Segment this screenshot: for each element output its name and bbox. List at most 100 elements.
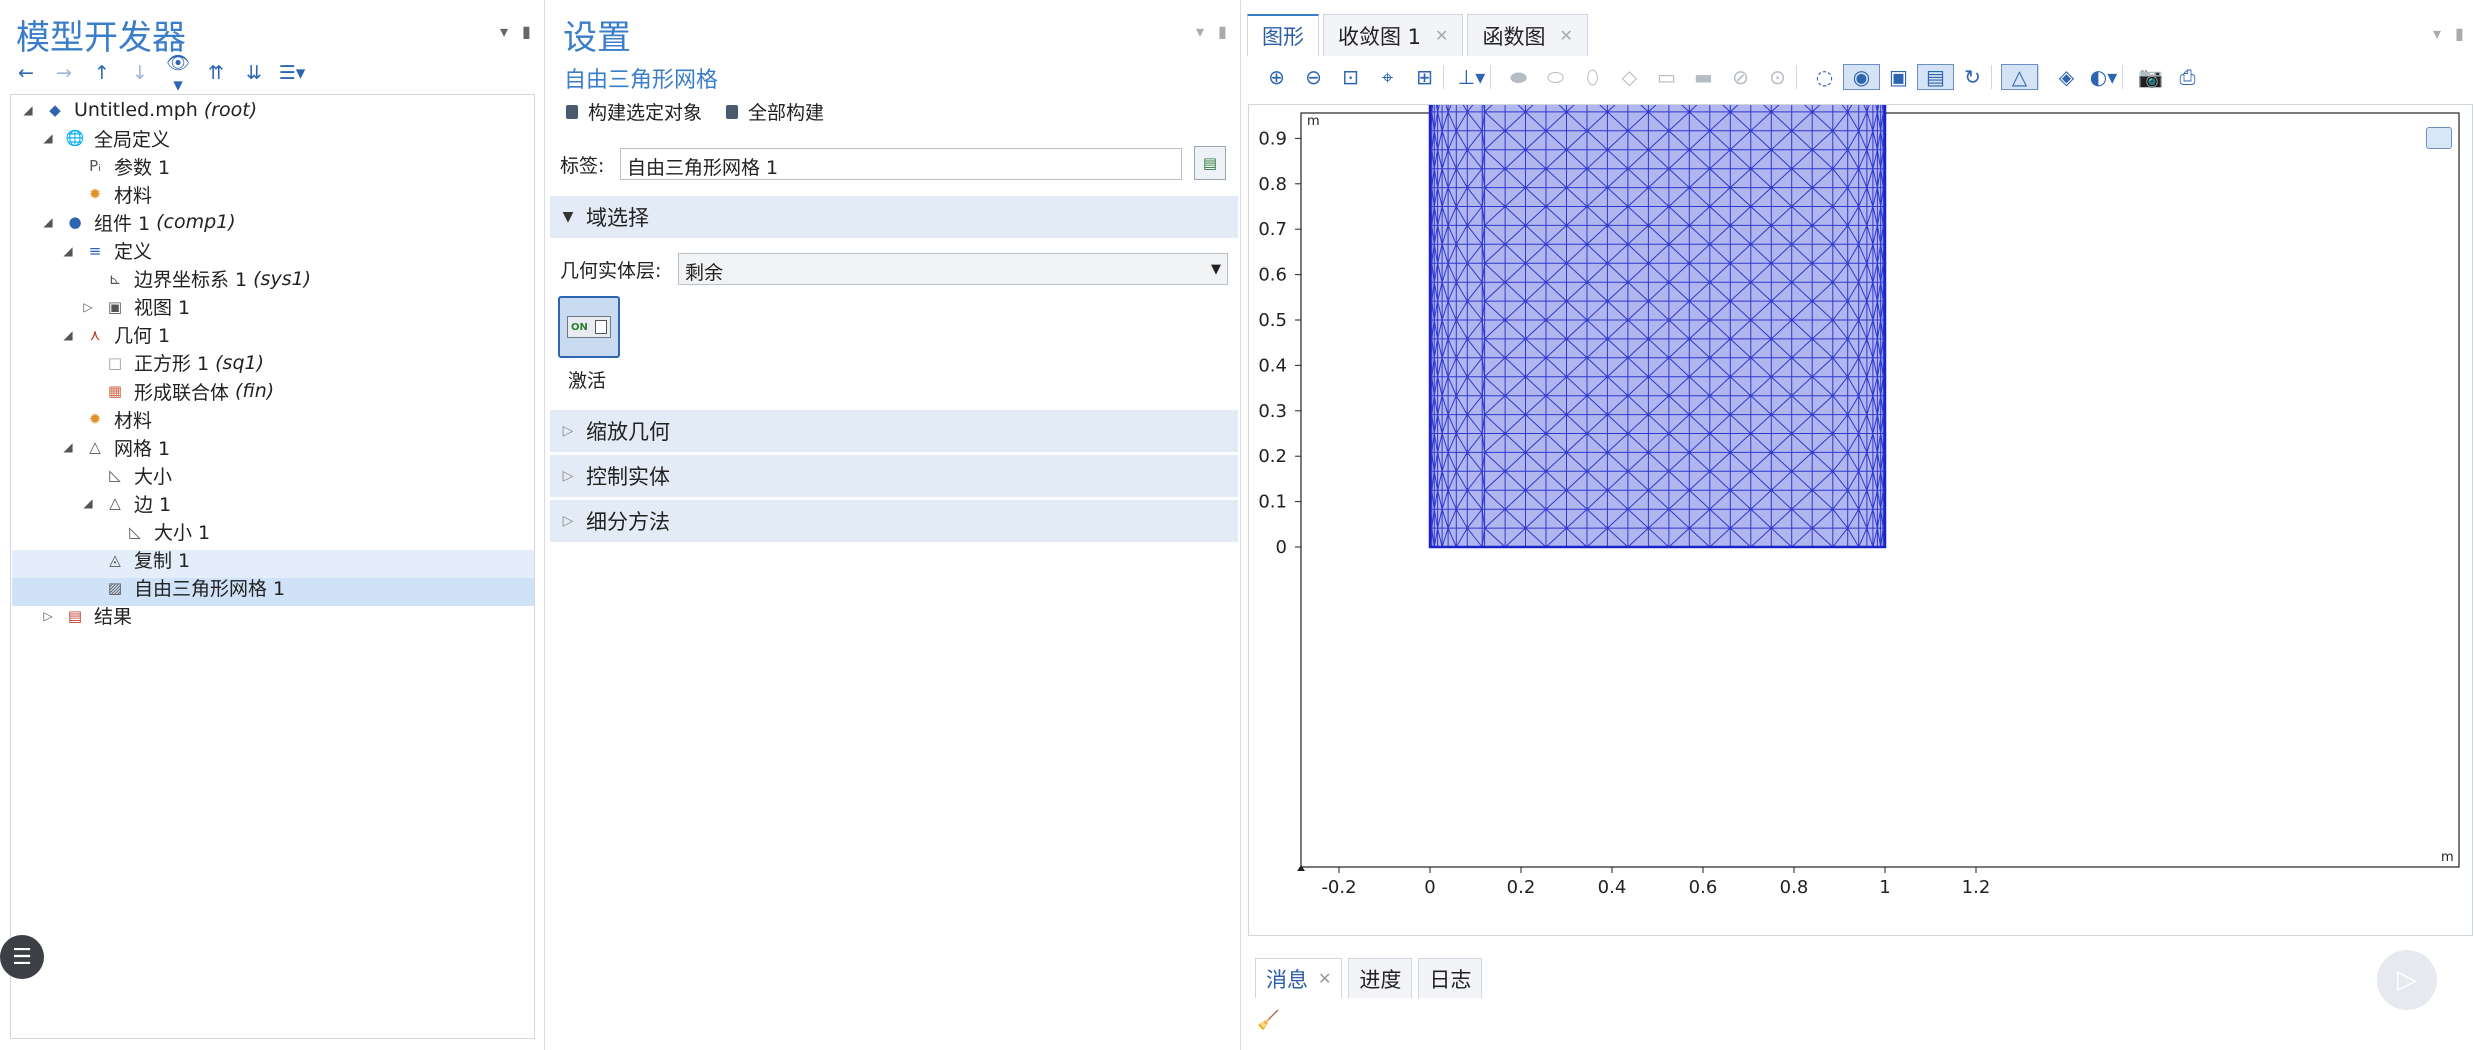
section-control-entities[interactable]: ▷ 控制实体 bbox=[550, 455, 1238, 497]
arrow-left-icon[interactable]: ← bbox=[10, 62, 42, 84]
section-domain-selection[interactable]: ▼ 域选择 bbox=[550, 196, 1238, 238]
collapse-icon[interactable]: ⇊ bbox=[238, 62, 270, 84]
print-icon[interactable]: ⎙ bbox=[2169, 65, 2206, 89]
select-all-icon[interactable]: ▭ bbox=[1648, 65, 1685, 89]
tree-node[interactable]: □ 正方形 1 (sq1) bbox=[80, 349, 264, 377]
tree-toggle-icon[interactable]: ▷ bbox=[40, 609, 56, 623]
scene-light-icon[interactable]: ◈ bbox=[2048, 65, 2085, 89]
panel-menu-icon[interactable]: ▾ bbox=[2433, 24, 2441, 43]
tree-node-label: 材料 bbox=[114, 184, 153, 207]
zoom-out-icon[interactable]: ⊖ bbox=[1295, 65, 1332, 89]
tree-node[interactable]: ◢ △ 边 1 bbox=[80, 489, 171, 517]
tab-graphics[interactable]: 图形 bbox=[1247, 14, 1319, 56]
eye-menu-icon[interactable]: 👁▾ bbox=[162, 51, 194, 96]
tree-toggle-icon[interactable]: ▷ bbox=[80, 300, 96, 314]
tree-node[interactable]: ◺ 大小 1 bbox=[100, 518, 210, 546]
tab-progress[interactable]: 进度 bbox=[1348, 958, 1413, 998]
tree-toggle-icon[interactable]: ◢ bbox=[40, 131, 56, 145]
tree-node[interactable]: ◬ 复制 1 bbox=[80, 546, 190, 574]
graphics-toolbar: ⊕ ⊖ ⊡ ⌖ ⊞ ⊥▾ ⬬ ⬭ ⬯ ◇ ▭ ▬ ⊘ ⊙ ◌ ◉ ▣ ▤ ↻ △… bbox=[1258, 62, 2206, 92]
tab-log[interactable]: 日志 bbox=[1418, 958, 1483, 998]
panel-menu-icon[interactable]: ▾ bbox=[500, 22, 508, 41]
select-edge-icon[interactable]: ⬯ bbox=[1574, 65, 1611, 89]
pin-icon[interactable]: ▮ bbox=[2455, 24, 2464, 43]
tree-toggle-icon[interactable]: ◢ bbox=[60, 440, 76, 454]
arrow-up-icon[interactable]: ↑ bbox=[86, 62, 118, 84]
close-icon[interactable]: ✕ bbox=[1559, 26, 1572, 45]
tree-node[interactable]: ◢ ● 组件 1 (comp1) bbox=[40, 208, 235, 236]
graphics-canvas[interactable]: m m -0.2 0 0.2 0.4 0.6 0.8 1 1.2 0 0.1 0.2 0.3 0.4 0.5 0… bbox=[1248, 83, 2473, 936]
mesh-render-icon[interactable]: △ bbox=[2001, 64, 2038, 90]
build-selected-button[interactable]: 构建选定对象 bbox=[566, 98, 702, 125]
view-cube-icon[interactable] bbox=[2426, 127, 2452, 149]
tree-node[interactable]: ◢ 🌐 全局定义 bbox=[40, 124, 170, 152]
y-unit-label: m bbox=[1307, 114, 1320, 129]
tree-toggle-icon[interactable]: ◢ bbox=[60, 328, 76, 342]
select-point-icon[interactable]: ◇ bbox=[1611, 65, 1648, 89]
tree-toggle-icon[interactable]: ◢ bbox=[80, 496, 96, 510]
tree-node[interactable]: ◢ △ 网格 1 bbox=[60, 433, 170, 461]
tree-toggle-icon[interactable]: ◢ bbox=[40, 215, 56, 229]
expand-icon[interactable]: ⇈ bbox=[200, 62, 232, 84]
list-menu-icon[interactable]: ☰▾ bbox=[276, 62, 308, 84]
hide-icon[interactable]: ⊘ bbox=[1722, 65, 1759, 89]
show-icon[interactable]: ⊙ bbox=[1759, 65, 1796, 89]
tab-function-plot[interactable]: 函数图 ✕ bbox=[1467, 14, 1588, 56]
play-overlay-icon[interactable]: ▷ bbox=[2377, 950, 2437, 1010]
arrow-right-icon[interactable]: → bbox=[48, 62, 80, 84]
wireframe-icon[interactable]: ◉ bbox=[1843, 64, 1880, 90]
section-tessellation[interactable]: ▷ 细分方法 bbox=[550, 500, 1238, 542]
y-tick-label: 0.5 bbox=[1258, 310, 1287, 331]
panel-menu-icon[interactable]: ▾ bbox=[1196, 22, 1204, 41]
zoom-selected-icon[interactable]: ⊞ bbox=[1406, 65, 1443, 89]
close-icon[interactable]: ✕ bbox=[1435, 26, 1448, 45]
arrow-down-icon[interactable]: ↓ bbox=[124, 62, 156, 84]
render-mode-icon[interactable]: ▤ bbox=[1917, 64, 1954, 90]
tree-node[interactable]: ▨ 自由三角形网格 1 bbox=[80, 574, 285, 602]
screenshot-icon[interactable]: 📷 bbox=[2132, 65, 2169, 89]
activate-toggle-button[interactable]: ON bbox=[558, 296, 620, 358]
tree-node-tag: (root) bbox=[203, 99, 258, 121]
select-boundary-icon[interactable]: ⬭ bbox=[1537, 65, 1574, 89]
y-tick-label: 0.8 bbox=[1258, 174, 1287, 195]
menu-overlay-icon[interactable]: ☰ bbox=[0, 935, 44, 979]
tree-node[interactable]: ✹ 材料 bbox=[60, 180, 152, 208]
tree-node[interactable]: ▷ ▣ 视图 1 bbox=[80, 293, 190, 321]
axis-icon[interactable]: ⊥▾ bbox=[1453, 65, 1490, 89]
zoom-box-icon[interactable]: ⊡ bbox=[1332, 65, 1369, 89]
close-icon[interactable]: ✕ bbox=[1318, 969, 1331, 988]
comment-icon[interactable]: ▤ bbox=[1194, 146, 1226, 180]
build-all-button[interactable]: 全部构建 bbox=[726, 98, 824, 125]
tree-node[interactable]: Pᵢ 参数 1 bbox=[60, 152, 170, 180]
zoom-extents-icon[interactable]: ⌖ bbox=[1369, 65, 1406, 89]
tab-convergence-plot[interactable]: 收敛图 1 ✕ bbox=[1323, 14, 1464, 56]
activate-label: 激活 bbox=[568, 370, 607, 392]
tree-node[interactable]: ◢ ◆ Untitled.mph (root) bbox=[20, 96, 257, 124]
section-tessellation-label: 细分方法 bbox=[586, 510, 670, 534]
geometry-icon: ⋏ bbox=[89, 325, 101, 344]
geom-level-select[interactable]: 剩余 ▼ bbox=[678, 253, 1228, 285]
clear-selection-icon[interactable]: ▬ bbox=[1685, 65, 1722, 89]
hide-toggle-icon[interactable]: ◌ bbox=[1806, 65, 1843, 89]
broom-clear-icon[interactable]: 🧹 bbox=[1257, 1010, 1279, 1031]
tree-toggle-icon[interactable]: ◢ bbox=[60, 244, 76, 258]
geom-level-value: 剩余 bbox=[685, 262, 724, 284]
render-icon[interactable]: ▣ bbox=[1880, 65, 1917, 89]
tree-node[interactable]: ▷ ▤ 结果 bbox=[40, 602, 132, 630]
tree-node[interactable]: ✹ 材料 bbox=[60, 405, 152, 433]
tree-node[interactable]: ◺ 大小 bbox=[80, 461, 172, 489]
label-input[interactable]: 自由三角形网格 1 bbox=[620, 148, 1182, 180]
tree-node[interactable]: ▦ 形成联合体 (fin) bbox=[80, 377, 274, 405]
tree-node[interactable]: ◢ ≡ 定义 bbox=[60, 237, 152, 265]
tab-messages[interactable]: 消息 ✕ bbox=[1255, 958, 1343, 998]
tree-toggle-icon[interactable]: ◢ bbox=[20, 103, 36, 117]
pin-icon[interactable]: ▮ bbox=[1218, 22, 1227, 41]
zoom-in-icon[interactable]: ⊕ bbox=[1258, 65, 1295, 89]
tree-node[interactable]: ⊾ 边界坐标系 1 (sys1) bbox=[80, 265, 311, 293]
select-domain-icon[interactable]: ⬬ bbox=[1500, 65, 1537, 89]
section-scale-geometry[interactable]: ▷ 缩放几何 bbox=[550, 410, 1238, 452]
tree-node[interactable]: ◢ ⋏ 几何 1 bbox=[60, 321, 170, 349]
reset-view-icon[interactable]: ↻ bbox=[1954, 65, 1991, 89]
pin-icon[interactable]: ▮ bbox=[522, 22, 531, 41]
transparency-icon[interactable]: ◐▾ bbox=[2085, 65, 2122, 89]
